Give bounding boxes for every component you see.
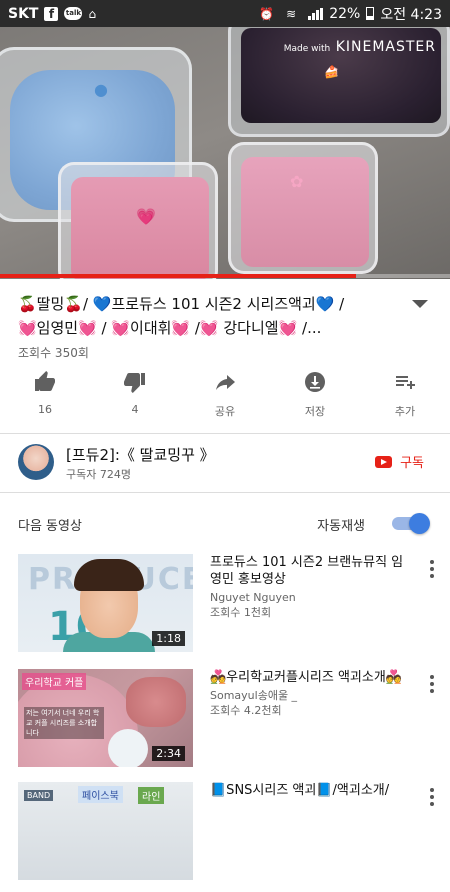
- up-next-label: 다음 동영상: [18, 519, 82, 534]
- battery-percent: 22%: [329, 5, 361, 22]
- video-thumbnail[interactable]: BAND 페이스북 라인: [18, 782, 193, 880]
- talk-icon: talk: [64, 7, 83, 20]
- save-button[interactable]: 저장: [270, 370, 360, 422]
- thumbs-down-icon: [124, 373, 145, 393]
- list-item[interactable]: PRODUCE 101 1:18 프로듀스 101 시즌2 브랜뉴뮤직 임영민 …: [0, 554, 450, 664]
- thumbnail-label: 라인: [138, 787, 165, 804]
- autoplay-label: 자동재생: [317, 519, 365, 534]
- video-title[interactable]: 💑우리학교커플시리즈 액괴소개💑: [210, 669, 410, 686]
- view-count: 조회수 350회: [18, 346, 89, 360]
- action-bar: 16 4 공유 저장 추가: [0, 370, 450, 422]
- share-icon: [216, 375, 235, 390]
- thumbnail-label: 우리학교 커플: [22, 673, 87, 690]
- dislike-count: 4: [131, 403, 139, 416]
- expand-description-icon[interactable]: [412, 300, 428, 308]
- video-views: 조회수 1천회: [210, 606, 272, 619]
- video-title[interactable]: 프로듀스 101 시즌2 브랜뉴뮤직 임영민 홍보영상: [210, 554, 410, 588]
- list-item[interactable]: 우리학교 커플 저는 여기서 너네 우리 학교 커플 시리즈를 소개합니다 2:…: [0, 669, 450, 779]
- video-title-line-1: 🍒딸밍🍒/ 💙프로듀스 101 시즌2 시리즈액괴💙 /: [18, 295, 345, 313]
- video-views: 조회수 4.2천회: [210, 704, 282, 717]
- video-channel: Nguyet Nguyen: [210, 591, 296, 604]
- more-options-icon[interactable]: [430, 560, 434, 581]
- add-to-playlist-button[interactable]: 추가: [360, 370, 450, 422]
- thumbnail-label: 페이스북: [78, 786, 123, 803]
- subscribe-button[interactable]: 구독: [375, 452, 424, 471]
- share-button[interactable]: 공유: [180, 370, 270, 422]
- video-title[interactable]: 📘SNS시리즈 액괴📘/액괴소개/: [210, 782, 410, 799]
- blue-charm-icon: ●: [94, 80, 108, 99]
- signal-icon: [308, 7, 324, 20]
- list-item[interactable]: BAND 페이스북 라인 📘SNS시리즈 액괴📘/액괴소개/: [0, 782, 450, 892]
- status-bar: SKT f talk ⌂ ⏰ ≋ 22% 오전 4:23: [0, 0, 450, 27]
- thumbnail-label: BAND: [24, 790, 54, 801]
- youtube-logo-icon: [375, 455, 393, 468]
- share-label: 공유: [214, 405, 236, 418]
- divider: [0, 433, 450, 434]
- light-pink-slime-container: [228, 142, 378, 274]
- video-duration: 2:34: [152, 746, 185, 761]
- video-duration: 1:18: [152, 631, 185, 646]
- more-options-icon[interactable]: [430, 788, 434, 809]
- subscribe-label: 구독: [400, 456, 424, 471]
- autoplay-toggle[interactable]: [392, 513, 430, 534]
- battery-icon: [366, 7, 375, 20]
- cake-charm-icon: 🍰: [324, 65, 339, 79]
- clock: 오전 4:23: [380, 6, 442, 23]
- more-options-icon[interactable]: [430, 675, 434, 696]
- video-thumbnail[interactable]: PRODUCE 101 1:18: [18, 554, 193, 652]
- kinemaster-watermark: Made with KINEMASTER: [283, 39, 436, 55]
- divider: [0, 492, 450, 493]
- video-progress-fill: [0, 274, 356, 278]
- channel-avatar[interactable]: [18, 444, 54, 480]
- wifi-icon: ≋: [286, 6, 297, 21]
- home-app-icon: ⌂: [88, 6, 97, 21]
- add-to-playlist-icon: [396, 376, 415, 389]
- add-label: 추가: [394, 405, 416, 418]
- thumbs-up-icon: [35, 371, 55, 391]
- facebook-icon: f: [44, 6, 59, 21]
- thumbnail-caption: 저는 여기서 너네 우리 학교 커플 시리즈를 소개합니다: [24, 707, 104, 739]
- dislike-button[interactable]: 4: [90, 370, 180, 422]
- like-count: 16: [38, 403, 52, 416]
- channel-name[interactable]: [프듀2]:《 딸쿄밍꾸 》: [66, 444, 215, 465]
- video-channel: Somayul송애울 _: [210, 689, 298, 702]
- subscriber-count: 구독자 724명: [66, 468, 131, 481]
- video-player[interactable]: ● 🍰 💗 ✿ Made with KINEMASTER: [0, 27, 450, 279]
- video-thumbnail[interactable]: 우리학교 커플 저는 여기서 너네 우리 학교 커플 시리즈를 소개합니다 2:…: [18, 669, 193, 767]
- video-progress-bar[interactable]: [0, 274, 450, 278]
- alarm-icon: ⏰: [259, 6, 275, 21]
- video-title-line-2: 💓임영민💓 / 💓이대휘💓 /💓 강다니엘💓 /...: [18, 319, 322, 337]
- save-label: 저장: [304, 405, 326, 418]
- flower-charm-icon: ✿: [290, 172, 304, 191]
- carrier-label: SKT: [8, 5, 39, 22]
- download-icon: [305, 372, 325, 392]
- video-title[interactable]: 🍒딸밍🍒/ 💙프로듀스 101 시즌2 시리즈액괴💙 / 💓임영민💓 / 💓이대…: [18, 292, 418, 340]
- like-button[interactable]: 16: [0, 370, 90, 422]
- heart-charm-icon: 💗: [136, 207, 156, 226]
